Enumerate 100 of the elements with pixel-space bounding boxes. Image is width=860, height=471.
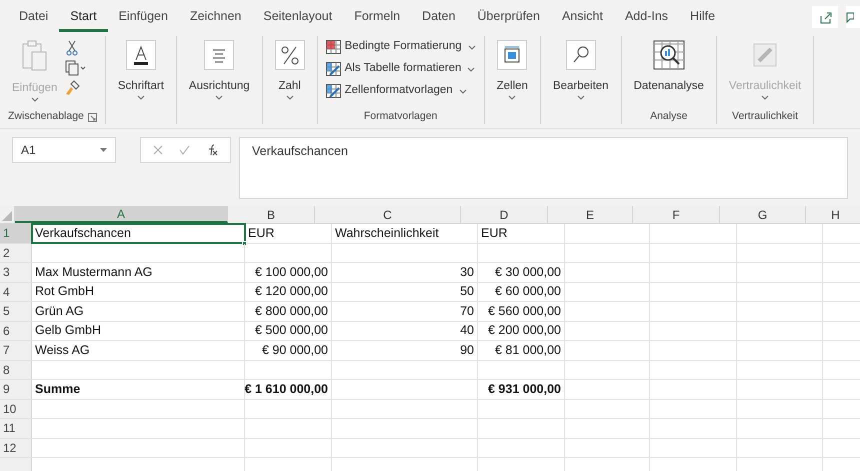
ribbon-tab[interactable]: Daten (411, 4, 466, 32)
clipboard-icon (20, 40, 49, 72)
share-button[interactable] (812, 6, 838, 28)
data-analysis-icon (652, 40, 685, 70)
table-cell[interactable]: EUR (478, 224, 565, 242)
column-header[interactable]: C (315, 206, 461, 223)
column-header[interactable]: D (461, 206, 548, 223)
table-cell[interactable]: Verkaufschancen (32, 224, 245, 242)
ribbon-tab[interactable]: Überprüfen (466, 4, 551, 32)
name-box[interactable]: A1 (12, 137, 116, 163)
ribbon-menu-button[interactable]: Bedingte Formatierung (326, 36, 476, 58)
table-cell[interactable]: € 800 000,00 (245, 302, 332, 320)
caret-icon (458, 88, 467, 94)
table-cell[interactable]: € 30 000,00 (478, 263, 565, 282)
row-header[interactable]: 1 (0, 224, 32, 242)
table-cell[interactable]: Gelb GmbH (32, 322, 245, 340)
dialog-launcher-icon[interactable] (88, 112, 97, 122)
copy-icon[interactable] (65, 60, 88, 76)
cells-icon (497, 40, 528, 70)
row-header[interactable]: 10 (0, 400, 32, 418)
ribbon-tab[interactable]: Einfügen (108, 4, 179, 32)
ribbon-tab[interactable]: Ansicht (550, 4, 614, 32)
cancel-icon[interactable] (153, 145, 163, 155)
formula-input[interactable]: Verkaufschancen (239, 137, 848, 199)
column-header[interactable]: F (633, 206, 720, 223)
number-button[interactable]: Zahl (270, 36, 309, 108)
column-header[interactable]: B (228, 206, 315, 223)
scissors-icon[interactable] (65, 40, 80, 56)
comment-icon (846, 11, 854, 23)
ribbon-tab[interactable]: Zeichnen (178, 4, 252, 32)
ribbon-tab[interactable]: Hilfe (679, 4, 726, 32)
row-header[interactable]: 8 (0, 360, 32, 379)
table-cell[interactable]: EUR (245, 224, 332, 242)
caret-icon (286, 95, 294, 100)
table-cell[interactable]: € 560 000,00 (478, 302, 565, 320)
table-cell[interactable]: Rot GmbH (32, 282, 245, 301)
comments-button[interactable] (846, 6, 860, 28)
table-cell[interactable]: € 120 000,00 (245, 282, 332, 301)
table-cell[interactable]: € 931 000,00 (478, 380, 565, 398)
conditional-format-icon (326, 40, 341, 54)
analysis-button[interactable]: Datenanalyse (630, 36, 708, 108)
ribbon-tab[interactable]: Start (59, 4, 108, 32)
caret-icon (215, 95, 224, 100)
font-button[interactable]: Schriftart (114, 36, 168, 108)
caret-icon (761, 95, 770, 100)
column-header[interactable]: E (548, 206, 633, 223)
format-painter-icon[interactable] (65, 80, 82, 96)
row-header[interactable]: 5 (0, 302, 32, 320)
font-color-icon (126, 40, 156, 70)
align-button[interactable]: Ausrichtung (184, 36, 254, 108)
table-cell[interactable]: € 90 000,00 (245, 341, 332, 360)
ribbon-group-label: Formatvorlagen (364, 109, 438, 124)
row-header[interactable]: 12 (0, 438, 32, 457)
row-header[interactable]: 3 (0, 263, 32, 282)
table-cell[interactable]: € 1 610 000,00 (245, 380, 332, 398)
column-header[interactable]: G (720, 206, 806, 223)
fill-handle[interactable] (242, 240, 247, 246)
column-header[interactable]: A (15, 206, 228, 223)
table-cell[interactable]: Wahrscheinlichkeit (332, 224, 478, 242)
table-cell[interactable]: Grün AG (32, 302, 245, 320)
table-cell[interactable]: 90 (332, 341, 478, 360)
row-header[interactable]: 9 (0, 380, 32, 398)
row-header[interactable]: 7 (0, 341, 32, 360)
ribbon-tab[interactable]: Add-Ins (614, 4, 680, 32)
ribbon-tab[interactable]: Formeln (343, 4, 412, 32)
table-cell[interactable]: 70 (332, 302, 478, 320)
row-header[interactable]: 6 (0, 322, 32, 340)
caret-icon (30, 97, 39, 102)
table-cell[interactable]: 30 (332, 263, 478, 282)
table-cell[interactable]: € 200 000,00 (478, 322, 565, 340)
ribbon-menu-button[interactable]: Zellenformatvorlagen (326, 80, 476, 102)
row-header[interactable]: 11 (0, 419, 32, 438)
table-cell[interactable]: Max Mustermann AG (32, 263, 245, 282)
table-cell[interactable]: € 81 000,00 (478, 341, 565, 360)
table-cell[interactable]: 40 (332, 322, 478, 340)
cell-styles-icon (326, 84, 341, 98)
table-cell[interactable]: € 100 000,00 (245, 263, 332, 282)
table-cell[interactable]: 50 (332, 282, 478, 301)
percent-icon (274, 40, 305, 70)
align-icon (204, 40, 234, 70)
row-header[interactable]: 4 (0, 282, 32, 301)
ribbon-tab[interactable]: Seitenlayout (252, 4, 344, 32)
function-icon[interactable] (206, 144, 218, 156)
caret-icon (136, 95, 145, 100)
select-all-icon[interactable] (2, 211, 12, 221)
table-format-icon (326, 62, 341, 76)
table-cell[interactable]: Summe (32, 380, 245, 398)
dropdown-icon (100, 148, 107, 152)
table-cell[interactable]: Weiss AG (32, 341, 245, 360)
row-header[interactable]: 2 (0, 244, 32, 262)
table-cell[interactable]: € 500 000,00 (245, 322, 332, 340)
ribbon-tab[interactable]: Datei (8, 4, 60, 32)
ribbon-menu-button[interactable]: Als Tabelle formatieren (326, 58, 476, 80)
column-header[interactable]: H (806, 206, 860, 223)
ribbon-group-label: Vertraulichkeit (732, 109, 798, 124)
check-icon[interactable] (179, 145, 190, 155)
table-cell[interactable]: € 60 000,00 (478, 282, 565, 301)
caret-icon (467, 66, 476, 72)
search-button[interactable]: Bearbeiten (548, 36, 613, 108)
cells-button[interactable]: Zellen (492, 36, 532, 108)
